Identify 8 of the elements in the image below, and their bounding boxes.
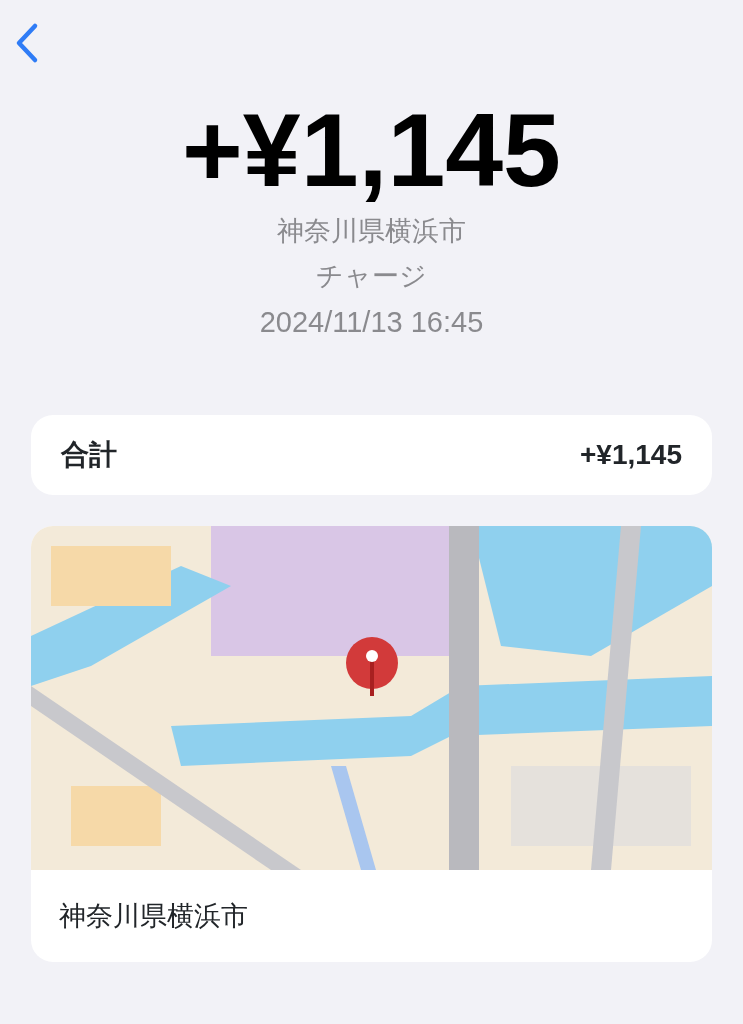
- amount: +¥1,145: [182, 98, 561, 202]
- date-time: 2024/11/13 16:45: [259, 308, 484, 337]
- total-value: +¥1,145: [580, 438, 682, 472]
- location-text: 神奈川県横浜市: [277, 218, 466, 245]
- map-caption: 神奈川県横浜市: [59, 899, 248, 933]
- category-text: チャージ: [316, 263, 427, 290]
- total-label: 合計: [61, 438, 117, 472]
- back-icon[interactable]: [14, 22, 40, 64]
